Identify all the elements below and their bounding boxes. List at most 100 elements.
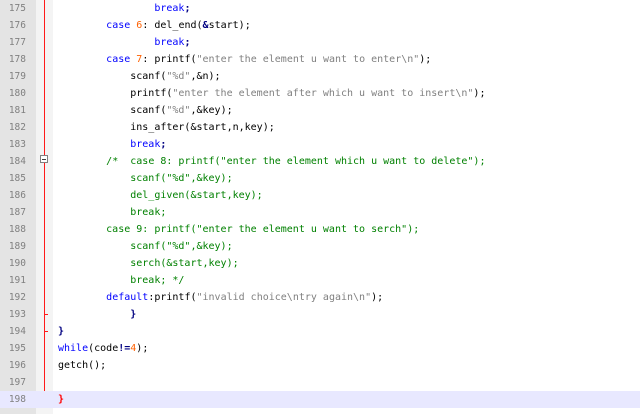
code-text[interactable]: case 7: printf("enter the element u want… <box>58 51 431 68</box>
code-text[interactable]: } <box>58 323 64 340</box>
code-line[interactable]: 191 break; */ <box>0 272 640 289</box>
code-token: ,&key); <box>190 105 233 116</box>
line-number: 176 <box>8 20 26 31</box>
code-text[interactable]: scanf("%d",&key); <box>58 238 233 255</box>
code-line[interactable]: 197 <box>0 374 640 391</box>
code-line[interactable]: 181 scanf("%d",&key); <box>0 102 640 119</box>
line-number: 190 <box>8 258 26 269</box>
code-line[interactable]: 176 case 6: del_end(&start); <box>0 17 640 34</box>
code-token: "enter the element u want to enter\n" <box>196 54 420 65</box>
code-token: printf( <box>58 88 173 99</box>
code-text[interactable]: scanf("%d",&n); <box>58 68 221 85</box>
code-token: "%d" <box>166 71 191 82</box>
code-text[interactable]: default:printf("invalid choice\ntry agai… <box>58 289 383 306</box>
code-line[interactable]: 178 case 7: printf("enter the element u … <box>0 51 640 68</box>
code-text[interactable]: } <box>58 306 136 323</box>
code-line[interactable]: 187 break; <box>0 204 640 221</box>
code-line[interactable]: 182 ins_after(&start,n,key); <box>0 119 640 136</box>
line-number: 187 <box>8 207 26 218</box>
code-text[interactable]: break; <box>58 34 190 51</box>
code-text[interactable]: break; */ <box>58 272 184 289</box>
code-token: : printf( <box>142 54 197 65</box>
line-number: 192 <box>8 292 26 303</box>
code-token: :printf( <box>148 292 197 303</box>
code-token: ); <box>136 343 149 354</box>
code-text[interactable]: case 9: printf("enter the element u want… <box>58 221 419 238</box>
line-number: 191 <box>8 275 26 286</box>
code-token: getch(); <box>58 360 107 371</box>
fold-end-marker <box>44 331 48 332</box>
code-token: } <box>130 309 137 320</box>
code-text[interactable]: ins_after(&start,n,key); <box>58 119 275 136</box>
line-number: 182 <box>8 122 26 133</box>
code-text[interactable]: printf("enter the element after which u … <box>58 85 485 102</box>
code-line[interactable]: 196 getch(); <box>0 357 640 374</box>
code-editor[interactable]: 175 break; 176 case 6: del_end(&start); 17… <box>0 0 640 414</box>
code-token: default <box>106 292 149 303</box>
code-line[interactable]: 175 break; <box>0 0 640 17</box>
code-token: "invalid choice\ntry again\n" <box>196 292 372 303</box>
code-line[interactable]: 180 printf("enter the element after whic… <box>0 85 640 102</box>
code-line[interactable]: 195 while(code!=4); <box>0 340 640 357</box>
line-number: 175 <box>8 3 26 14</box>
code-text[interactable]: scanf("%d",&key); <box>58 102 233 119</box>
code-token: ); <box>371 292 384 303</box>
code-line[interactable]: 193 } <box>0 306 640 323</box>
code-text[interactable]: break; <box>58 204 166 221</box>
code-text[interactable]: del_given(&start,key); <box>58 187 262 204</box>
code-line[interactable]: 185 scanf("%d",&key); <box>0 170 640 187</box>
code-token: : del_end( <box>142 20 203 31</box>
code-line[interactable]: 190 serch(&start,key); <box>0 255 640 272</box>
code-text[interactable]: break; <box>58 0 190 17</box>
code-token: start); <box>208 20 251 31</box>
code-text[interactable]: while(code!=4); <box>58 340 148 357</box>
code-token: ; <box>184 37 191 48</box>
code-token: } <box>58 394 65 405</box>
code-token: "%d" <box>166 105 191 116</box>
code-line[interactable]: 189 scanf("%d",&key); <box>0 238 640 255</box>
code-token: scanf("%d",&key); <box>58 241 233 252</box>
code-line[interactable]: 179 scanf("%d",&n); <box>0 68 640 85</box>
line-number: 186 <box>8 190 26 201</box>
line-number: 195 <box>8 343 26 354</box>
code-token: ; <box>184 3 191 14</box>
code-text[interactable]: getch(); <box>58 357 106 374</box>
code-token: ; <box>160 139 167 150</box>
code-token: case <box>106 20 131 31</box>
line-number: 189 <box>8 241 26 252</box>
code-text[interactable]: serch(&start,key); <box>58 255 239 272</box>
code-text[interactable]: case 6: del_end(&start); <box>58 17 251 34</box>
code-token: ins_after(&start,n,key); <box>58 122 275 133</box>
code-line[interactable]: 194} <box>0 323 640 340</box>
code-text[interactable]: } <box>58 391 64 408</box>
line-number: 196 <box>8 360 26 371</box>
code-line[interactable]: 186 del_given(&start,key); <box>0 187 640 204</box>
code-text[interactable]: scanf("%d",&key); <box>58 170 232 187</box>
code-line-current[interactable]: 198} <box>0 391 640 408</box>
code-line[interactable]: 184 /* case 8: printf("enter the element… <box>0 153 640 170</box>
code-token: serch(&start,key); <box>58 258 239 269</box>
code-line[interactable]: 177 break; <box>0 34 640 51</box>
code-line[interactable]: 192 default:printf("invalid choice\ntry … <box>0 289 640 306</box>
code-token: case 9: printf("enter the element u want… <box>58 224 420 235</box>
code-token: } <box>58 326 65 337</box>
line-number: 183 <box>8 139 26 150</box>
code-token: != <box>118 343 131 354</box>
line-number: 185 <box>8 173 26 184</box>
code-token: break <box>154 3 185 14</box>
code-line[interactable]: 188 case 9: printf("enter the element u … <box>0 221 640 238</box>
code-token: break; <box>58 207 167 218</box>
code-text[interactable]: /* case 8: printf("enter the element whi… <box>58 153 485 170</box>
code-token: ,&n); <box>190 71 221 82</box>
code-text[interactable]: break; <box>58 136 166 153</box>
code-token: case <box>106 54 131 65</box>
code-line[interactable]: 183 break; <box>0 136 640 153</box>
line-number: 177 <box>8 37 26 48</box>
